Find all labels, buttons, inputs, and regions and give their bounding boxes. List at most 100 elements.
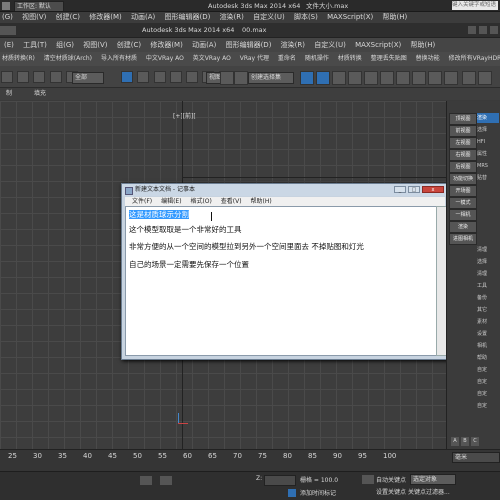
- window-crossing-icon[interactable]: [169, 71, 182, 83]
- select-by-name-icon[interactable]: [137, 71, 150, 83]
- notepad-minimize-icon[interactable]: _: [394, 186, 406, 193]
- notepad-title-bar[interactable]: 新建文本文档 - 记事本 _ □ x: [122, 184, 449, 196]
- graphite-tools-icon[interactable]: [348, 71, 362, 85]
- lock-selection-icon[interactable]: [140, 476, 152, 485]
- cmd-button-top-view[interactable]: 顶视图: [449, 113, 477, 125]
- plugin-button[interactable]: 随机操作: [305, 52, 329, 66]
- align-icon[interactable]: [316, 71, 330, 85]
- cmd-tool-item[interactable]: 其它: [477, 305, 499, 315]
- rectangle-selection-icon[interactable]: [153, 71, 166, 83]
- z-coordinate-field[interactable]: [264, 475, 296, 486]
- workspace-dropdown[interactable]: 工作区: 默认: [14, 1, 64, 11]
- plugin-button[interactable]: 导入所有材质: [101, 52, 137, 66]
- link-icon[interactable]: [33, 71, 46, 83]
- cmd-bottom-tab[interactable]: A: [451, 437, 459, 446]
- notepad-maximize-icon[interactable]: □: [408, 186, 420, 193]
- outer-menu-item[interactable]: 修改器(M): [89, 12, 122, 23]
- selected-text[interactable]: 这是材质球示分割: [129, 209, 189, 220]
- curve-editor-icon[interactable]: [364, 71, 378, 85]
- timeline[interactable]: 25 30 35 40 45 50 55 60 65 70 75 80 85 9…: [0, 449, 500, 471]
- notepad-menu-item[interactable]: 编辑(E): [161, 198, 181, 205]
- menu-item[interactable]: 视图(V): [83, 38, 107, 52]
- cmd-side-tab[interactable]: 属性: [477, 149, 499, 159]
- cmd-tool-item[interactable]: 工具: [477, 281, 499, 291]
- cmd-side-tab[interactable]: 渲染: [477, 113, 499, 123]
- outer-menu-item[interactable]: 脚本(S): [294, 12, 318, 23]
- plugin-button[interactable]: 英文VRay AO: [193, 52, 231, 66]
- plugin-button[interactable]: 材质转换(R): [2, 52, 35, 66]
- cmd-button-open-view[interactable]: 开场图: [449, 185, 477, 197]
- cmd-side-tab[interactable]: HFI: [477, 137, 499, 147]
- render-setup-icon[interactable]: [412, 71, 426, 85]
- cmd-side-tab[interactable]: 选择: [477, 125, 499, 135]
- outer-menu-item[interactable]: 动画(A): [131, 12, 155, 23]
- cmd-side-tab[interactable]: 贴替: [477, 173, 499, 183]
- outer-menu-item[interactable]: MAXScript(X): [327, 12, 373, 23]
- material-editor-icon[interactable]: [396, 71, 410, 85]
- add-time-tag-button[interactable]: 添加时间标记: [300, 488, 336, 497]
- maximize-icon[interactable]: [479, 26, 487, 34]
- cmd-button-mode[interactable]: 一模式: [449, 197, 477, 209]
- outer-menu-item[interactable]: (G): [2, 12, 13, 23]
- cmd-button-camera[interactable]: 一相机: [449, 209, 477, 221]
- minimize-icon[interactable]: [468, 26, 476, 34]
- cmd-button-render[interactable]: 渲染: [449, 221, 477, 233]
- cmd-tool-item[interactable]: 自定: [477, 377, 499, 387]
- cmd-tool-item[interactable]: 清理: [477, 245, 499, 255]
- units-dropdown[interactable]: 毫米: [452, 452, 500, 463]
- cmd-tool-item[interactable]: 自定: [477, 365, 499, 375]
- menu-item[interactable]: 图形编辑器(D): [226, 38, 272, 52]
- outer-menu-item[interactable]: 渲染(R): [220, 12, 244, 23]
- notepad-menu-item[interactable]: 查看(V): [221, 198, 242, 205]
- absolute-mode-icon[interactable]: [160, 476, 172, 485]
- key-selection-dropdown[interactable]: 选定对象: [410, 474, 456, 485]
- vray-icon[interactable]: [478, 71, 492, 85]
- cmd-tool-item[interactable]: 设置: [477, 329, 499, 339]
- search-input[interactable]: 键入关键字或短语: [452, 1, 498, 10]
- menu-item[interactable]: MAXScript(X): [355, 38, 401, 52]
- cmd-tool-item[interactable]: 帮助: [477, 353, 499, 363]
- time-tag-icon[interactable]: [288, 489, 296, 497]
- plugin-button[interactable]: 重命名: [278, 52, 296, 66]
- plugin-button[interactable]: 替换功能: [416, 52, 440, 66]
- cmd-tool-item[interactable]: 选择: [477, 257, 499, 267]
- cmd-button-left-view[interactable]: 左视图: [449, 137, 477, 149]
- unlink-icon[interactable]: [49, 71, 62, 83]
- pivot-center-icon[interactable]: [220, 71, 234, 85]
- menu-item[interactable]: 组(G): [56, 38, 74, 52]
- select-manipulate-icon[interactable]: [234, 71, 248, 85]
- plugin-button[interactable]: VRay 代理: [240, 52, 269, 66]
- menu-item[interactable]: (E): [4, 38, 14, 52]
- menu-item[interactable]: 动画(A): [192, 38, 216, 52]
- menu-item[interactable]: 工具(T): [23, 38, 47, 52]
- text-line[interactable]: 非常方便的从一个空间的模型拉到另外一个空间里面去 不掉贴图和灯光: [129, 241, 364, 252]
- plugin-button[interactable]: 中文VRay AO: [146, 52, 184, 66]
- app-icon[interactable]: [2, 2, 10, 10]
- plugin-button[interactable]: 整理丢失贴图: [371, 52, 407, 66]
- mirror-icon[interactable]: [300, 71, 314, 85]
- text-line[interactable]: 这个模型取取是一个非常好的工具: [129, 224, 242, 235]
- outer-menu-item[interactable]: 帮助(H): [383, 12, 408, 23]
- viewport-label[interactable]: [+][前][: [173, 111, 196, 120]
- cmd-tool-item[interactable]: 备份: [477, 293, 499, 303]
- auto-key-button[interactable]: 自动关键点: [376, 475, 406, 484]
- menu-item[interactable]: 修改器(M): [150, 38, 183, 52]
- render-production-icon[interactable]: [444, 71, 458, 85]
- plugin-button[interactable]: 材质转换: [338, 52, 362, 66]
- menu-item[interactable]: 自定义(U): [314, 38, 346, 52]
- cmd-tool-item[interactable]: 自定: [477, 389, 499, 399]
- notepad-menu-item[interactable]: 文件(F): [132, 198, 152, 205]
- notepad-menu-item[interactable]: 帮助(H): [251, 198, 272, 205]
- redo-icon[interactable]: [17, 71, 30, 83]
- cmd-button-function-switch[interactable]: 功能切换: [449, 173, 477, 185]
- teapot-render-icon[interactable]: [462, 71, 476, 85]
- menu-item[interactable]: 渲染(R): [281, 38, 305, 52]
- menu-item[interactable]: 帮助(H): [410, 38, 435, 52]
- close-icon[interactable]: [490, 26, 498, 34]
- outer-menu-item[interactable]: 视图(V): [22, 12, 46, 23]
- plugin-button[interactable]: 修改所有VRayHDRI: [449, 52, 500, 66]
- cmd-tool-item[interactable]: 素材: [477, 317, 499, 327]
- ribbon-tab[interactable]: 填充: [34, 88, 46, 100]
- ribbon-tab[interactable]: 制: [6, 88, 12, 100]
- key-filter-button[interactable]: 关键点过滤器...: [408, 487, 450, 496]
